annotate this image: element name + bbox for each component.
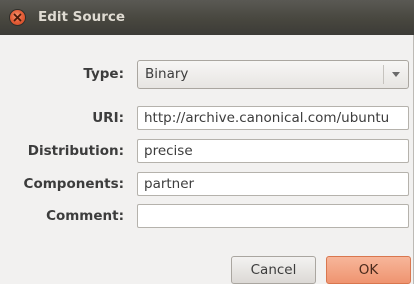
title-bar[interactable]: Edit Source <box>0 0 414 35</box>
comment-label: Comment: <box>46 208 124 224</box>
type-label: Type: <box>83 66 124 82</box>
type-combobox[interactable]: Binary <box>137 60 409 89</box>
uri-label: URI: <box>92 110 124 126</box>
distribution-field[interactable]: precise <box>137 139 409 163</box>
uri-field[interactable]: http://archive.canonical.com/ubuntu <box>137 106 409 130</box>
cancel-button[interactable]: Cancel <box>231 256 316 284</box>
window-title: Edit Source <box>38 9 126 25</box>
close-button[interactable] <box>10 10 25 25</box>
edit-source-dialog: Edit Source Type: Binary URI: http://arc… <box>0 0 414 284</box>
ok-button[interactable]: OK <box>326 256 411 284</box>
combo-separator <box>383 65 384 84</box>
components-field[interactable]: partner <box>137 172 409 196</box>
close-icon <box>13 13 22 22</box>
type-value: Binary <box>145 66 189 82</box>
components-label: Components: <box>23 176 124 192</box>
chevron-down-icon <box>392 72 400 77</box>
distribution-label: Distribution: <box>27 143 124 159</box>
comment-field[interactable] <box>137 204 409 228</box>
